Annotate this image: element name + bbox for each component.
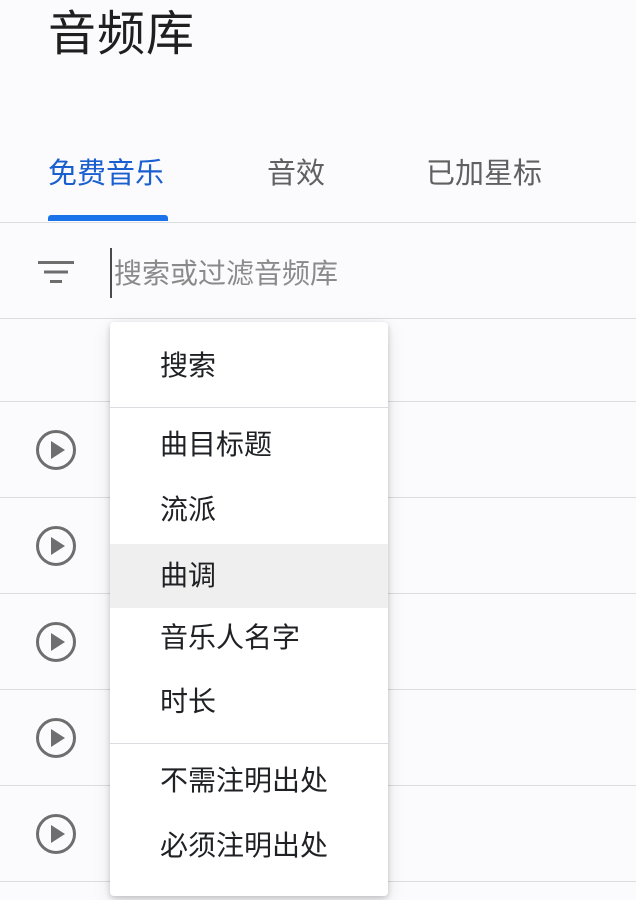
play-icon[interactable]: [35, 717, 77, 759]
filter-icon[interactable]: [36, 258, 76, 286]
menu-item-label: 必须注明出处: [160, 829, 329, 862]
menu-item-duration[interactable]: 时长: [110, 670, 388, 734]
tabs-divider: [0, 222, 636, 223]
filter-dropdown-menu: 搜索 曲目标题 流派 曲调 音乐人名字 时长 不需注明出处 必须注明出处: [110, 322, 388, 896]
active-tab-indicator: [48, 215, 168, 221]
page-title: 音频库: [48, 6, 196, 62]
menu-item-label: 时长: [160, 685, 217, 718]
menu-item-label: 流派: [160, 493, 217, 526]
menu-divider: [110, 743, 388, 744]
menu-item-no-attribution[interactable]: 不需注明出处: [110, 749, 388, 813]
menu-item-genre[interactable]: 流派: [110, 478, 388, 542]
menu-divider: [110, 407, 388, 408]
tab-free-music[interactable]: 免费音乐: [48, 150, 164, 222]
play-icon[interactable]: [35, 813, 77, 855]
tab-starred[interactable]: 已加星标: [426, 150, 542, 222]
play-icon[interactable]: [35, 621, 77, 663]
menu-item-artist-name[interactable]: 音乐人名字: [110, 606, 388, 670]
tab-bar: 免费音乐 音效 已加星标: [0, 150, 636, 224]
menu-item-label: 音乐人名字: [160, 621, 301, 654]
tab-sound-effects[interactable]: 音效: [267, 150, 325, 222]
menu-item-label: 曲目标题: [160, 428, 273, 461]
menu-item-label: 搜索: [160, 349, 217, 382]
search-divider: [0, 318, 636, 319]
menu-item-mood[interactable]: 曲调: [110, 544, 388, 608]
play-icon[interactable]: [35, 525, 77, 567]
menu-item-attribution-required[interactable]: 必须注明出处: [110, 814, 388, 878]
search-input[interactable]: [110, 248, 594, 298]
menu-item-track-title[interactable]: 曲目标题: [110, 413, 388, 477]
menu-item-label: 曲调: [160, 559, 217, 592]
play-icon[interactable]: [35, 429, 77, 471]
menu-item-search[interactable]: 搜索: [110, 334, 388, 398]
menu-item-label: 不需注明出处: [160, 764, 329, 797]
